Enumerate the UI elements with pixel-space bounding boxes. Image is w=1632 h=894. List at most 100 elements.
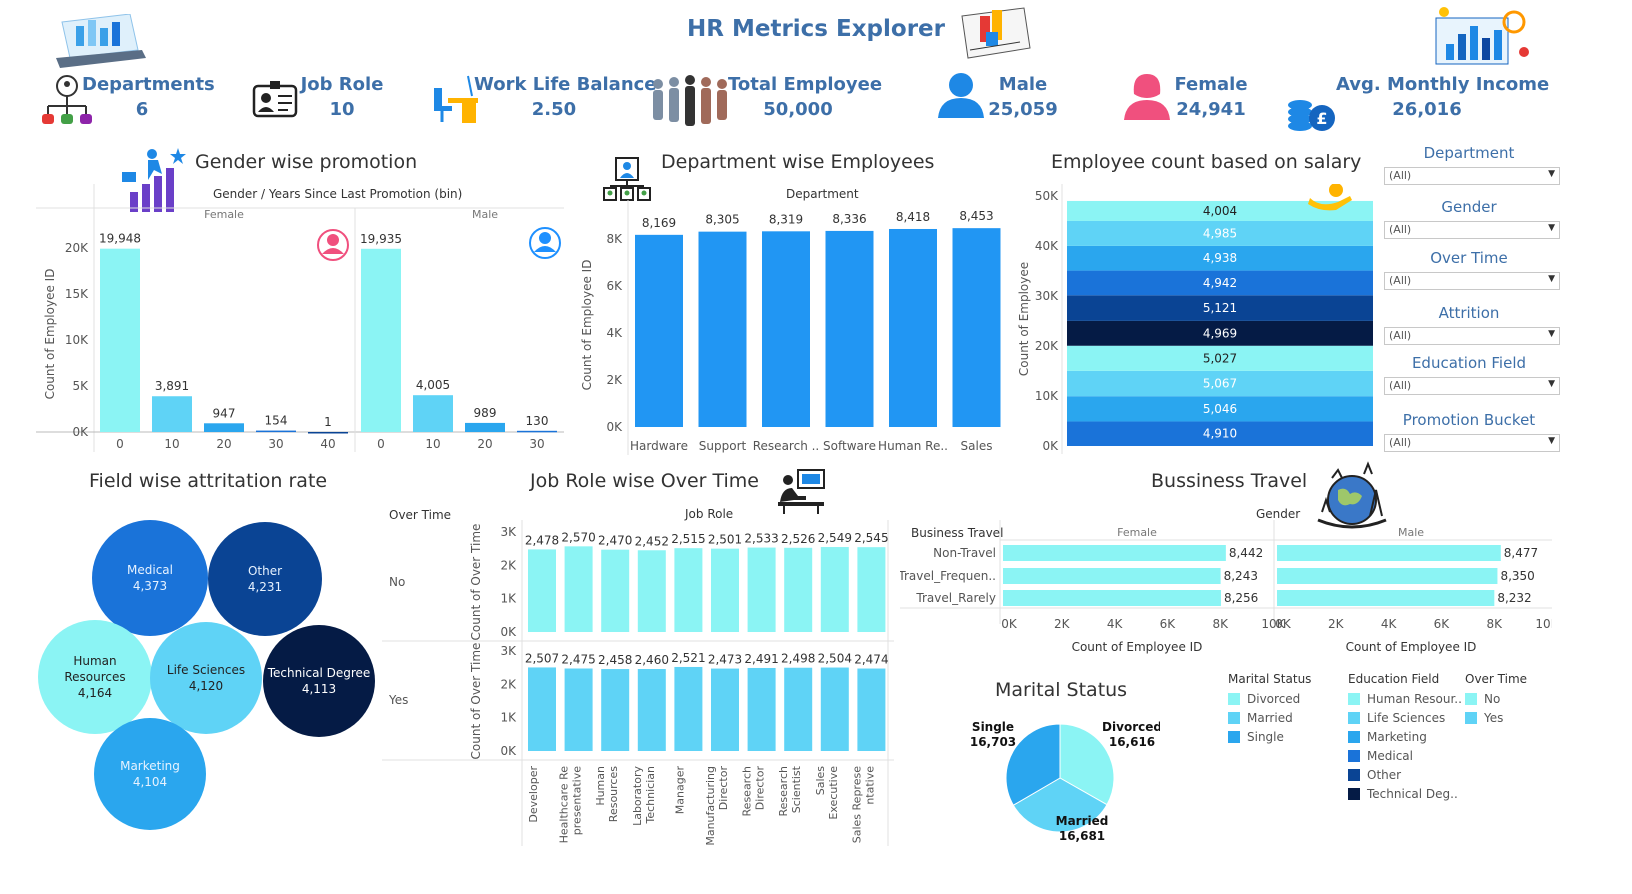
travel-bar[interactable]: [1277, 590, 1495, 606]
overtime-bar[interactable]: [820, 547, 849, 632]
filter-value: (All): [1389, 379, 1412, 392]
department-bar[interactable]: [762, 231, 810, 427]
x-tick-label: 30: [529, 437, 544, 451]
promotion-bar[interactable]: [204, 423, 244, 432]
x-tick-label: 0K: [1001, 617, 1018, 631]
promotion-bar[interactable]: [152, 396, 192, 432]
legend-item[interactable]: Technical Deg..: [1348, 784, 1462, 803]
legend-item[interactable]: Yes: [1465, 708, 1527, 727]
overtime-bar[interactable]: [601, 669, 630, 751]
x-tick-line: Research: [741, 766, 754, 816]
promotion-bar[interactable]: [361, 248, 401, 432]
chevron-down-icon[interactable]: ▼: [1548, 223, 1555, 233]
department-bar[interactable]: [825, 230, 874, 427]
promotion-bar[interactable]: [100, 248, 140, 432]
x-tick-label: Human Resources: [594, 766, 620, 822]
overtime-bar[interactable]: [784, 547, 813, 632]
y-tick-label: 3K: [500, 644, 517, 658]
overtime-bar[interactable]: [528, 667, 556, 751]
travel-bar[interactable]: [1003, 568, 1221, 584]
filter-label-promotion-bucket: Promotion Bucket: [1402, 411, 1536, 429]
filter-dropdown-gender[interactable]: (All) ▼: [1384, 221, 1560, 239]
filter-label-department: Department: [1423, 144, 1515, 162]
x-tick-line: Healthcare Re: [558, 766, 571, 844]
department-bar[interactable]: [889, 228, 937, 427]
legend-item-label: No: [1484, 691, 1501, 706]
overtime-bar[interactable]: [637, 550, 666, 632]
x-tick-label: Laboratory Technician: [631, 766, 657, 826]
y-tick-label: 1K: [500, 592, 517, 606]
x-tick-label: 8K: [1486, 617, 1503, 631]
overtime-bar[interactable]: [711, 548, 739, 632]
overtime-bar[interactable]: [857, 547, 886, 632]
x-tick-label: 20: [477, 437, 492, 451]
data-label: 4,938: [1203, 251, 1237, 265]
overtime-bar[interactable]: [857, 668, 886, 751]
filter-dropdown-promotion-bucket[interactable]: (All) ▼: [1384, 434, 1560, 452]
overtime-bar[interactable]: [601, 549, 630, 632]
chevron-down-icon[interactable]: ▼: [1548, 169, 1555, 179]
chevron-down-icon[interactable]: ▼: [1548, 329, 1555, 339]
overtime-bar[interactable]: [711, 668, 739, 751]
x-tick-label: 4K: [1107, 617, 1124, 631]
panel-header: Male: [472, 208, 498, 221]
data-label: 8,442: [1229, 546, 1263, 560]
overtime-bar[interactable]: [564, 546, 593, 632]
travel-bar[interactable]: [1277, 545, 1501, 561]
filter-dropdown-attrition[interactable]: (All) ▼: [1384, 327, 1560, 345]
kpi-value-work-life-balance: 2.50: [531, 99, 577, 120]
department-bar[interactable]: [698, 231, 747, 427]
promotion-bar[interactable]: [413, 395, 453, 432]
overtime-bar[interactable]: [784, 667, 813, 751]
legend-item[interactable]: Medical: [1348, 746, 1462, 765]
filter-dropdown-over-time[interactable]: (All) ▼: [1384, 272, 1560, 290]
legend-title: Over Time: [1465, 672, 1528, 686]
x-tick-line: Technician: [644, 766, 657, 825]
legend-item[interactable]: Human Resour..: [1348, 689, 1462, 708]
y-tick-label: 15K: [65, 287, 89, 301]
x-tick-label: 8K: [1212, 617, 1229, 631]
overtime-bar[interactable]: [564, 668, 593, 752]
legend-swatch: [1228, 692, 1240, 705]
chevron-down-icon[interactable]: ▼: [1548, 436, 1555, 446]
overtime-bar[interactable]: [674, 548, 703, 632]
y-tick-label: 2K: [606, 373, 623, 387]
overtime-bar[interactable]: [820, 667, 849, 751]
travel-bar[interactable]: [1003, 545, 1226, 561]
legend-item[interactable]: Life Sciences: [1348, 708, 1462, 727]
chevron-down-icon[interactable]: ▼: [1548, 274, 1555, 284]
overtime-bar[interactable]: [674, 666, 703, 751]
x-tick-label: Research ..: [753, 439, 820, 453]
promotion-bar[interactable]: [465, 422, 505, 432]
x-tick-line: Scientist: [790, 765, 803, 813]
filter-dropdown-education-field[interactable]: (All) ▼: [1384, 377, 1560, 395]
legend-item[interactable]: Marketing: [1348, 727, 1462, 746]
x-tick-line: Human: [594, 766, 607, 806]
department-bar[interactable]: [952, 228, 1001, 427]
travel-bar[interactable]: [1003, 590, 1221, 606]
kpi-value-female: 24,941: [1176, 99, 1246, 120]
legend-swatch: [1228, 711, 1240, 724]
overtime-bar[interactable]: [637, 669, 666, 751]
promotion-bar[interactable]: [308, 431, 348, 434]
department-bar[interactable]: [635, 234, 683, 427]
overtime-bar[interactable]: [528, 549, 556, 632]
x-tick-label: Sales Represe ntative: [850, 766, 876, 843]
filter-label-education-field: Education Field: [1411, 354, 1527, 372]
legend-item[interactable]: Other: [1348, 765, 1462, 784]
filter-dropdown-department[interactable]: (All) ▼: [1384, 167, 1560, 185]
legend-item[interactable]: Divorced: [1228, 689, 1311, 708]
legend-item[interactable]: Single: [1228, 727, 1311, 746]
department-icon: [603, 157, 651, 201]
legend-item[interactable]: Married: [1228, 708, 1311, 727]
x-tick-label: Healthcare Re presentative: [558, 766, 584, 844]
travel-bar[interactable]: [1277, 568, 1498, 584]
legend-item[interactable]: No: [1465, 689, 1527, 708]
male-user-icon: [938, 73, 984, 118]
overtime-bar[interactable]: [747, 547, 776, 632]
promotion-bar[interactable]: [256, 430, 296, 433]
chevron-down-icon[interactable]: ▼: [1548, 379, 1555, 389]
overtime-bar[interactable]: [747, 667, 776, 751]
promotion-bar[interactable]: [517, 430, 557, 433]
marital-title: Marital Status: [995, 679, 1128, 701]
